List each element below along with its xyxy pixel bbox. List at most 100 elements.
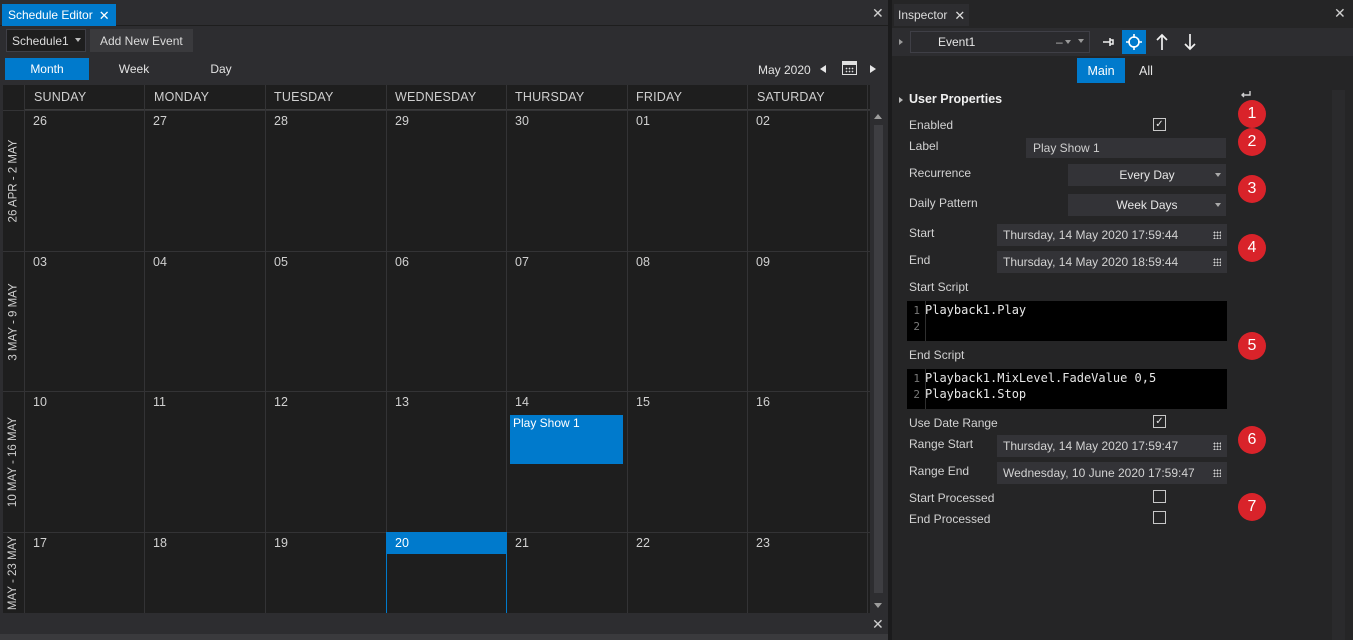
close-icon[interactable]: ✕ [872, 616, 884, 633]
arrow-up-icon[interactable] [1150, 30, 1174, 54]
annotation-badge: 2 [1238, 128, 1266, 156]
tab-all[interactable]: All [1128, 58, 1164, 83]
pane-close-icon[interactable]: ✕ [872, 5, 884, 22]
day-cell-today[interactable]: 20 [395, 536, 409, 550]
start-script-editor[interactable]: 1 Playback1.Play 2 [907, 301, 1227, 341]
previous-month-icon[interactable] [820, 65, 826, 73]
day-cell[interactable]: 02 [756, 114, 770, 128]
day-cell[interactable]: 26 [33, 114, 47, 128]
day-cell[interactable]: 19 [274, 536, 288, 550]
schedule-select[interactable]: Schedule1 [6, 29, 86, 52]
day-name-thursday: THURSDAY [515, 90, 585, 104]
code-line: 1 Playback1.Play [913, 303, 1027, 317]
range-end-value: Wednesday, 10 June 2020 17:59:47 [1003, 466, 1195, 480]
tab-main[interactable]: Main [1077, 58, 1125, 83]
today-border [386, 532, 387, 613]
day-cell[interactable]: 13 [395, 395, 409, 409]
schedule-toolbar: Schedule1 Add New Event [0, 27, 888, 55]
datepicker-icon[interactable] [1213, 469, 1221, 477]
day-cell[interactable]: 21 [515, 536, 529, 550]
day-cell[interactable]: 28 [274, 114, 288, 128]
datepicker-icon[interactable] [1213, 258, 1221, 266]
grid-line [144, 85, 145, 613]
code-line: 1 Playback1.MixLevel.FadeValue 0,5 [913, 371, 1157, 385]
end-label: End [909, 253, 931, 267]
day-cell[interactable]: 16 [756, 395, 770, 409]
range-start-label: Range Start [909, 437, 974, 451]
enabled-checkbox[interactable]: ✓ [1153, 118, 1166, 131]
day-cell[interactable]: 11 [153, 395, 166, 409]
calendar-icon[interactable] [842, 61, 857, 75]
day-cell[interactable]: 08 [636, 255, 650, 269]
add-new-event-button[interactable]: Add New Event [90, 29, 193, 52]
view-week-button[interactable]: Week [95, 58, 173, 80]
day-cell[interactable]: 17 [33, 536, 47, 550]
start-datetime-field[interactable]: Thursday, 14 May 2020 17:59:44 [997, 224, 1227, 246]
tab-schedule-editor[interactable]: Schedule Editor ✕ [2, 4, 116, 26]
view-month-button[interactable]: Month [5, 58, 89, 80]
day-cell[interactable]: 05 [274, 255, 288, 269]
pane-close-icon[interactable]: ✕ [1334, 5, 1346, 22]
start-processed-checkbox[interactable] [1153, 490, 1166, 503]
collapse-section-icon[interactable] [899, 97, 903, 103]
annotation-badge: 6 [1238, 426, 1266, 454]
day-cell[interactable]: 18 [153, 536, 167, 550]
day-cell[interactable]: 07 [515, 255, 529, 269]
end-script-editor[interactable]: 1 Playback1.MixLevel.FadeValue 0,5 2 Playb… [907, 369, 1227, 409]
scroll-up-icon[interactable] [874, 114, 882, 119]
scroll-thumb[interactable] [874, 125, 883, 593]
remove-event-button[interactable]: – [1052, 31, 1090, 53]
datepicker-icon[interactable] [1213, 442, 1221, 450]
recurrence-select[interactable]: Every Day [1068, 164, 1226, 186]
close-icon[interactable]: ✕ [954, 9, 965, 22]
tab-inspector-label: Inspector [898, 8, 948, 22]
day-cell[interactable]: 29 [395, 114, 409, 128]
day-cell[interactable]: 15 [636, 395, 650, 409]
range-start-field[interactable]: Thursday, 14 May 2020 17:59:47 [997, 435, 1227, 457]
datepicker-icon[interactable] [1213, 231, 1221, 239]
calendar-scrollbar[interactable] [872, 110, 885, 612]
event-select-value: Event1 [938, 35, 976, 49]
schedule-editor-pane: Schedule Editor ✕ ✕ Schedule1 Add New Ev… [0, 0, 888, 640]
arrow-down-icon[interactable] [1178, 30, 1202, 54]
code-line: 2 [913, 319, 920, 333]
day-cell[interactable]: 06 [395, 255, 409, 269]
label-label: Label [909, 139, 939, 153]
use-date-range-checkbox[interactable]: ✓ [1153, 415, 1166, 428]
next-month-icon[interactable] [870, 65, 876, 73]
inspector-toolbar: Event1 – [892, 28, 1353, 56]
week-label: 26 APR - 2 MAY [3, 111, 24, 251]
day-cell[interactable]: 01 [636, 114, 650, 128]
day-cell[interactable]: 04 [153, 255, 167, 269]
end-datetime-field[interactable]: Thursday, 14 May 2020 18:59:44 [997, 251, 1227, 273]
close-icon[interactable]: ✕ [99, 9, 110, 22]
end-processed-checkbox[interactable] [1153, 511, 1166, 524]
range-end-field[interactable]: Wednesday, 10 June 2020 17:59:47 [997, 462, 1227, 484]
calendar-event[interactable]: Play Show 1 [510, 415, 623, 464]
expand-icon[interactable] [899, 39, 903, 45]
start-script-label: Start Script [909, 280, 969, 294]
day-cell[interactable]: 09 [756, 255, 770, 269]
view-toolbar: Month Week Day May 2020 [0, 56, 888, 83]
day-cell[interactable]: 23 [756, 536, 770, 550]
inspector-scrollbar[interactable] [1332, 90, 1345, 640]
day-name-saturday: SATURDAY [757, 90, 825, 104]
pin-icon[interactable] [1096, 30, 1120, 54]
start-label: Start [909, 226, 935, 240]
day-cell[interactable]: 22 [636, 536, 650, 550]
day-cell[interactable]: 03 [33, 255, 47, 269]
daily-pattern-select[interactable]: Week Days [1068, 194, 1226, 216]
scroll-down-icon[interactable] [874, 603, 882, 608]
locate-icon[interactable] [1122, 30, 1146, 54]
day-cell[interactable]: 12 [274, 395, 288, 409]
day-cell[interactable]: 14 [515, 395, 529, 409]
user-properties-header[interactable]: User Properties [909, 92, 1002, 106]
tab-inspector[interactable]: Inspector ✕ [894, 4, 970, 26]
view-day-button[interactable]: Day [183, 58, 259, 80]
label-input[interactable]: Play Show 1 [1026, 138, 1226, 158]
day-cell[interactable]: 10 [33, 395, 47, 409]
day-cell[interactable]: 30 [515, 114, 529, 128]
chevron-down-icon [75, 38, 81, 42]
day-cell[interactable]: 27 [153, 114, 167, 128]
week-label: 3 MAY - 9 MAY [3, 252, 24, 391]
